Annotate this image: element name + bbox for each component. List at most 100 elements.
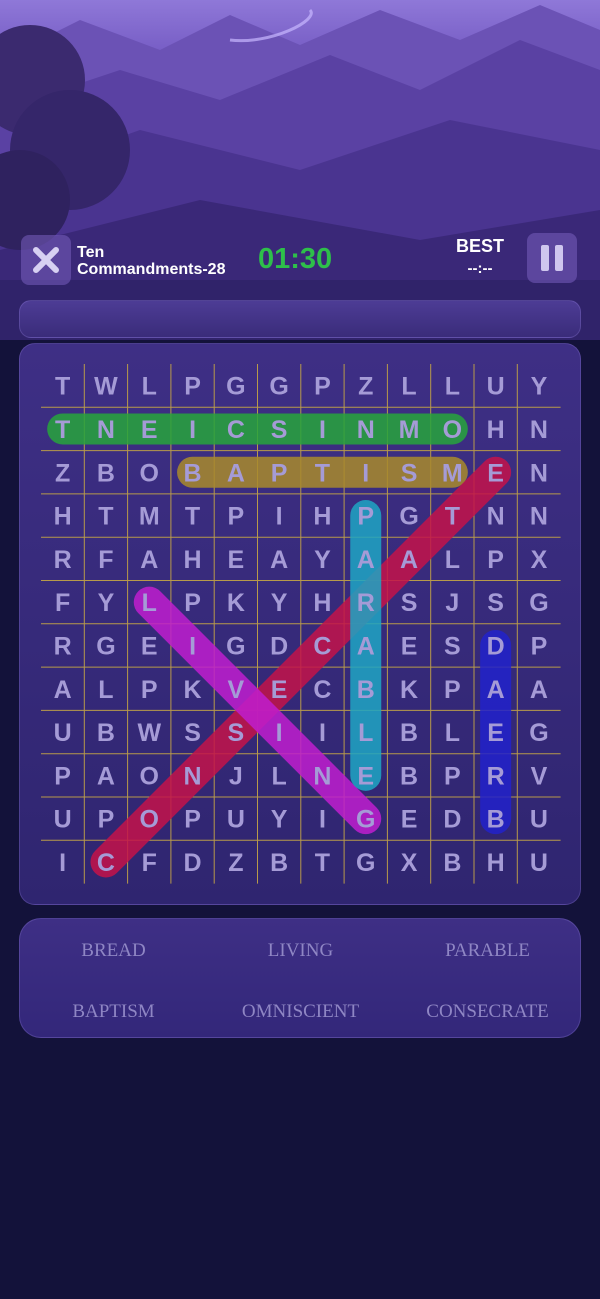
grid-letter[interactable]: J — [445, 589, 459, 617]
grid-letter[interactable]: W — [94, 373, 118, 401]
grid-letter[interactable]: H — [184, 546, 202, 574]
grid-letter[interactable]: B — [97, 459, 115, 487]
grid-letter[interactable]: S — [184, 719, 201, 747]
grid-letter[interactable]: V — [531, 762, 548, 790]
grid-letter[interactable]: A — [140, 546, 158, 574]
grid-letter[interactable]: R — [54, 546, 72, 574]
grid-letter[interactable]: P — [184, 373, 201, 401]
grid-letter[interactable]: N — [530, 459, 548, 487]
grid-letter[interactable]: K — [227, 589, 245, 617]
grid-letter[interactable]: X — [531, 546, 548, 574]
grid-letter[interactable]: P — [444, 676, 461, 704]
grid-letter[interactable]: C — [313, 632, 331, 660]
grid-letter[interactable]: B — [443, 849, 461, 877]
grid-letter[interactable]: L — [358, 719, 373, 747]
grid-letter[interactable]: Y — [531, 373, 548, 401]
grid-letter[interactable]: S — [401, 589, 418, 617]
grid-letter[interactable]: H — [487, 849, 505, 877]
grid-letter[interactable]: G — [269, 373, 288, 401]
grid-letter[interactable]: E — [141, 416, 158, 444]
grid-letter[interactable]: I — [276, 503, 283, 531]
grid-letter[interactable]: I — [276, 719, 283, 747]
grid-letter[interactable]: G — [356, 849, 375, 877]
grid-letter[interactable]: P — [228, 503, 245, 531]
grid-letter[interactable]: T — [315, 459, 330, 487]
grid-letter[interactable]: D — [184, 849, 202, 877]
grid-letter[interactable]: C — [313, 676, 331, 704]
grid-letter[interactable]: M — [442, 459, 463, 487]
grid-letter[interactable]: P — [444, 762, 461, 790]
grid-letter[interactable]: P — [531, 632, 548, 660]
grid-letter[interactable]: O — [443, 416, 462, 444]
grid-letter[interactable]: E — [141, 632, 158, 660]
grid-letter[interactable]: I — [59, 849, 66, 877]
grid-letter[interactable]: N — [487, 503, 505, 531]
grid-letter[interactable]: H — [487, 416, 505, 444]
grid-letter[interactable]: N — [530, 503, 548, 531]
grid-letter[interactable]: L — [445, 546, 460, 574]
grid-letter[interactable]: X — [401, 849, 418, 877]
grid-letter[interactable]: B — [400, 719, 418, 747]
grid-letter[interactable]: E — [487, 719, 504, 747]
grid-letter[interactable]: D — [443, 806, 461, 834]
grid-letter[interactable]: S — [487, 589, 504, 617]
grid-letter[interactable]: G — [226, 373, 245, 401]
grid-letter[interactable]: P — [271, 459, 288, 487]
grid-letter[interactable]: J — [229, 762, 243, 790]
grid-letter[interactable]: B — [270, 849, 288, 877]
grid-letter[interactable]: I — [319, 806, 326, 834]
grid-letter[interactable]: P — [487, 546, 504, 574]
grid-letter[interactable]: R — [54, 632, 72, 660]
grid-letter[interactable]: O — [140, 762, 159, 790]
grid-letter[interactable]: I — [362, 459, 369, 487]
grid-letter[interactable]: Y — [271, 589, 288, 617]
grid-letter[interactable]: D — [270, 632, 288, 660]
grid-letter[interactable]: O — [140, 459, 159, 487]
grid-letter[interactable]: P — [141, 676, 158, 704]
grid-letter[interactable]: T — [185, 503, 200, 531]
grid-letter[interactable]: M — [399, 416, 420, 444]
grid-letter[interactable]: Z — [55, 459, 70, 487]
grid-letter[interactable]: A — [227, 459, 245, 487]
grid-letter[interactable]: I — [189, 416, 196, 444]
grid-letter[interactable]: A — [97, 762, 115, 790]
grid-letter[interactable]: P — [314, 373, 331, 401]
grid-letter[interactable]: H — [313, 589, 331, 617]
grid-letter[interactable]: G — [96, 632, 115, 660]
grid-letter[interactable]: T — [315, 849, 330, 877]
grid-letter[interactable]: C — [97, 849, 115, 877]
grid-letter[interactable]: B — [487, 806, 505, 834]
grid-letter[interactable]: T — [55, 416, 70, 444]
grid-letter[interactable]: S — [271, 416, 288, 444]
grid-letter[interactable]: I — [189, 632, 196, 660]
grid-letter[interactable]: P — [184, 806, 201, 834]
grid-letter[interactable]: E — [401, 632, 418, 660]
grid-letter[interactable]: B — [97, 719, 115, 747]
grid-letter[interactable]: P — [357, 503, 374, 531]
grid-letter[interactable]: A — [530, 676, 548, 704]
grid-letter[interactable]: G — [399, 503, 418, 531]
grid-letter[interactable]: H — [313, 503, 331, 531]
grid-letter[interactable]: U — [487, 373, 505, 401]
grid-letter[interactable]: L — [98, 676, 113, 704]
grid-letter[interactable]: H — [54, 503, 72, 531]
grid-letter[interactable]: N — [530, 416, 548, 444]
grid-letter[interactable]: S — [401, 459, 418, 487]
grid-letter[interactable]: E — [228, 546, 245, 574]
grid-letter[interactable]: E — [401, 806, 418, 834]
grid-letter[interactable]: O — [140, 806, 159, 834]
grid-letter[interactable]: T — [98, 503, 113, 531]
grid-letter[interactable]: V — [228, 676, 245, 704]
grid-letter[interactable]: L — [142, 373, 157, 401]
grid-letter[interactable]: S — [444, 632, 461, 660]
grid-letter[interactable]: G — [529, 719, 548, 747]
grid-letter[interactable]: L — [445, 373, 460, 401]
grid-letter[interactable]: A — [54, 676, 72, 704]
grid-letter[interactable]: U — [54, 719, 72, 747]
grid-letter[interactable]: L — [401, 373, 416, 401]
grid-letter[interactable]: T — [445, 503, 460, 531]
grid-letter[interactable]: F — [55, 589, 70, 617]
grid-letter[interactable]: L — [142, 589, 157, 617]
grid-letter[interactable]: U — [54, 806, 72, 834]
grid-letter[interactable]: D — [487, 632, 505, 660]
